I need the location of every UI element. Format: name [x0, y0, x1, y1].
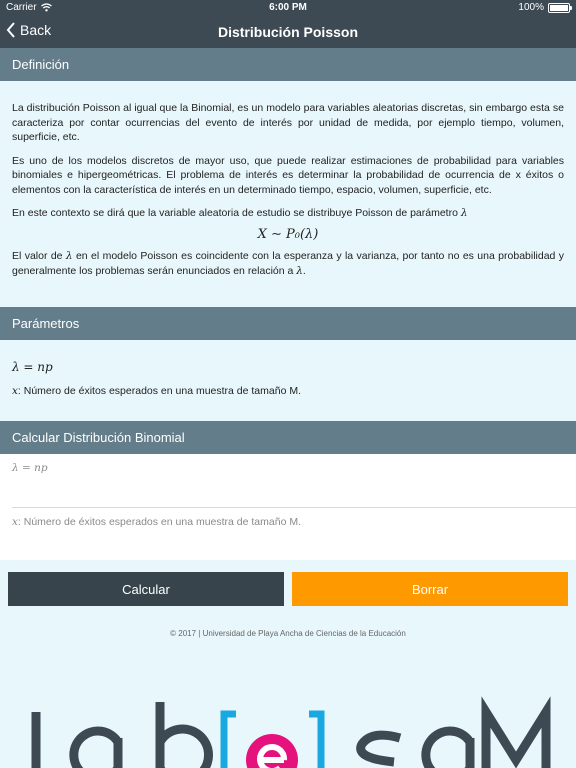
parametros-content: λ = np x: Número de éxitos esperados en … — [12, 360, 564, 398]
definicion-header: Definición — [0, 48, 576, 81]
x-description: x: Número de éxitos esperados en una mue… — [12, 384, 564, 399]
x-input-placeholder: x: Número de éxitos esperados en una mue… — [12, 516, 301, 528]
definicion-paragraph-4: El valor de λ en el modelo Poisson es co… — [12, 249, 564, 278]
status-bar: Carrier 6:00 PM 100% — [0, 0, 576, 16]
page-title: Distribución Poisson — [217, 24, 358, 40]
lambda-input-placeholder: λ = np — [12, 462, 48, 474]
calcular-header: Calcular Distribución Binomial — [0, 421, 576, 454]
footer-copyright: © 2017 | Universidad de Playa Ancha de C… — [170, 629, 406, 638]
navigation-bar: Back Distribución Poisson — [0, 16, 576, 48]
lambda-symbol: λ — [296, 264, 303, 277]
lambda-input[interactable]: λ = np — [0, 454, 576, 506]
definicion-paragraph-1: La distribución Poisson al igual que la … — [12, 102, 564, 143]
battery-percent: 100% — [518, 2, 544, 13]
calcular-button[interactable]: Calcular — [8, 572, 284, 606]
lambda-formula: λ = np — [12, 360, 53, 374]
labesam-logo — [31, 696, 551, 768]
paragraph-4-text-a: El valor de — [12, 250, 63, 262]
paragraph-3-text: En este contexto se dirá que la variable… — [12, 207, 458, 219]
borrar-button[interactable]: Borrar — [292, 572, 568, 606]
x-description-text: : Número de éxitos esperados en una mues… — [17, 384, 301, 397]
battery-icon — [548, 2, 572, 13]
parametros-header: Parámetros — [0, 307, 576, 340]
x-input[interactable]: x: Número de éxitos esperados en una mue… — [0, 508, 576, 560]
lambda-symbol: λ — [65, 250, 73, 262]
definicion-paragraph-3: En este contexto se dirá que la variable… — [12, 206, 564, 221]
paragraph-4-text-b: en el modelo Poisson es coincidente con … — [12, 250, 565, 277]
input-panel: λ = np x: Número de éxitos esperados en … — [0, 454, 576, 560]
battery-status: 100% — [518, 2, 572, 13]
poisson-formula: X ∼ P₀(λ) — [257, 226, 319, 242]
back-button[interactable]: Back — [6, 22, 51, 38]
definicion-content: La distribución Poisson al igual que la … — [12, 101, 564, 278]
definicion-paragraph-2: Es uno de los modelos discretos de mayor… — [12, 154, 564, 196]
paragraph-4-end: . — [302, 264, 306, 277]
lambda-symbol: λ — [460, 207, 468, 219]
back-label: Back — [20, 22, 52, 38]
chevron-left-icon — [6, 22, 15, 38]
clock: 6:00 PM — [269, 2, 307, 13]
x-placeholder-text: : Número de éxitos esperados en una mues… — [17, 516, 301, 528]
